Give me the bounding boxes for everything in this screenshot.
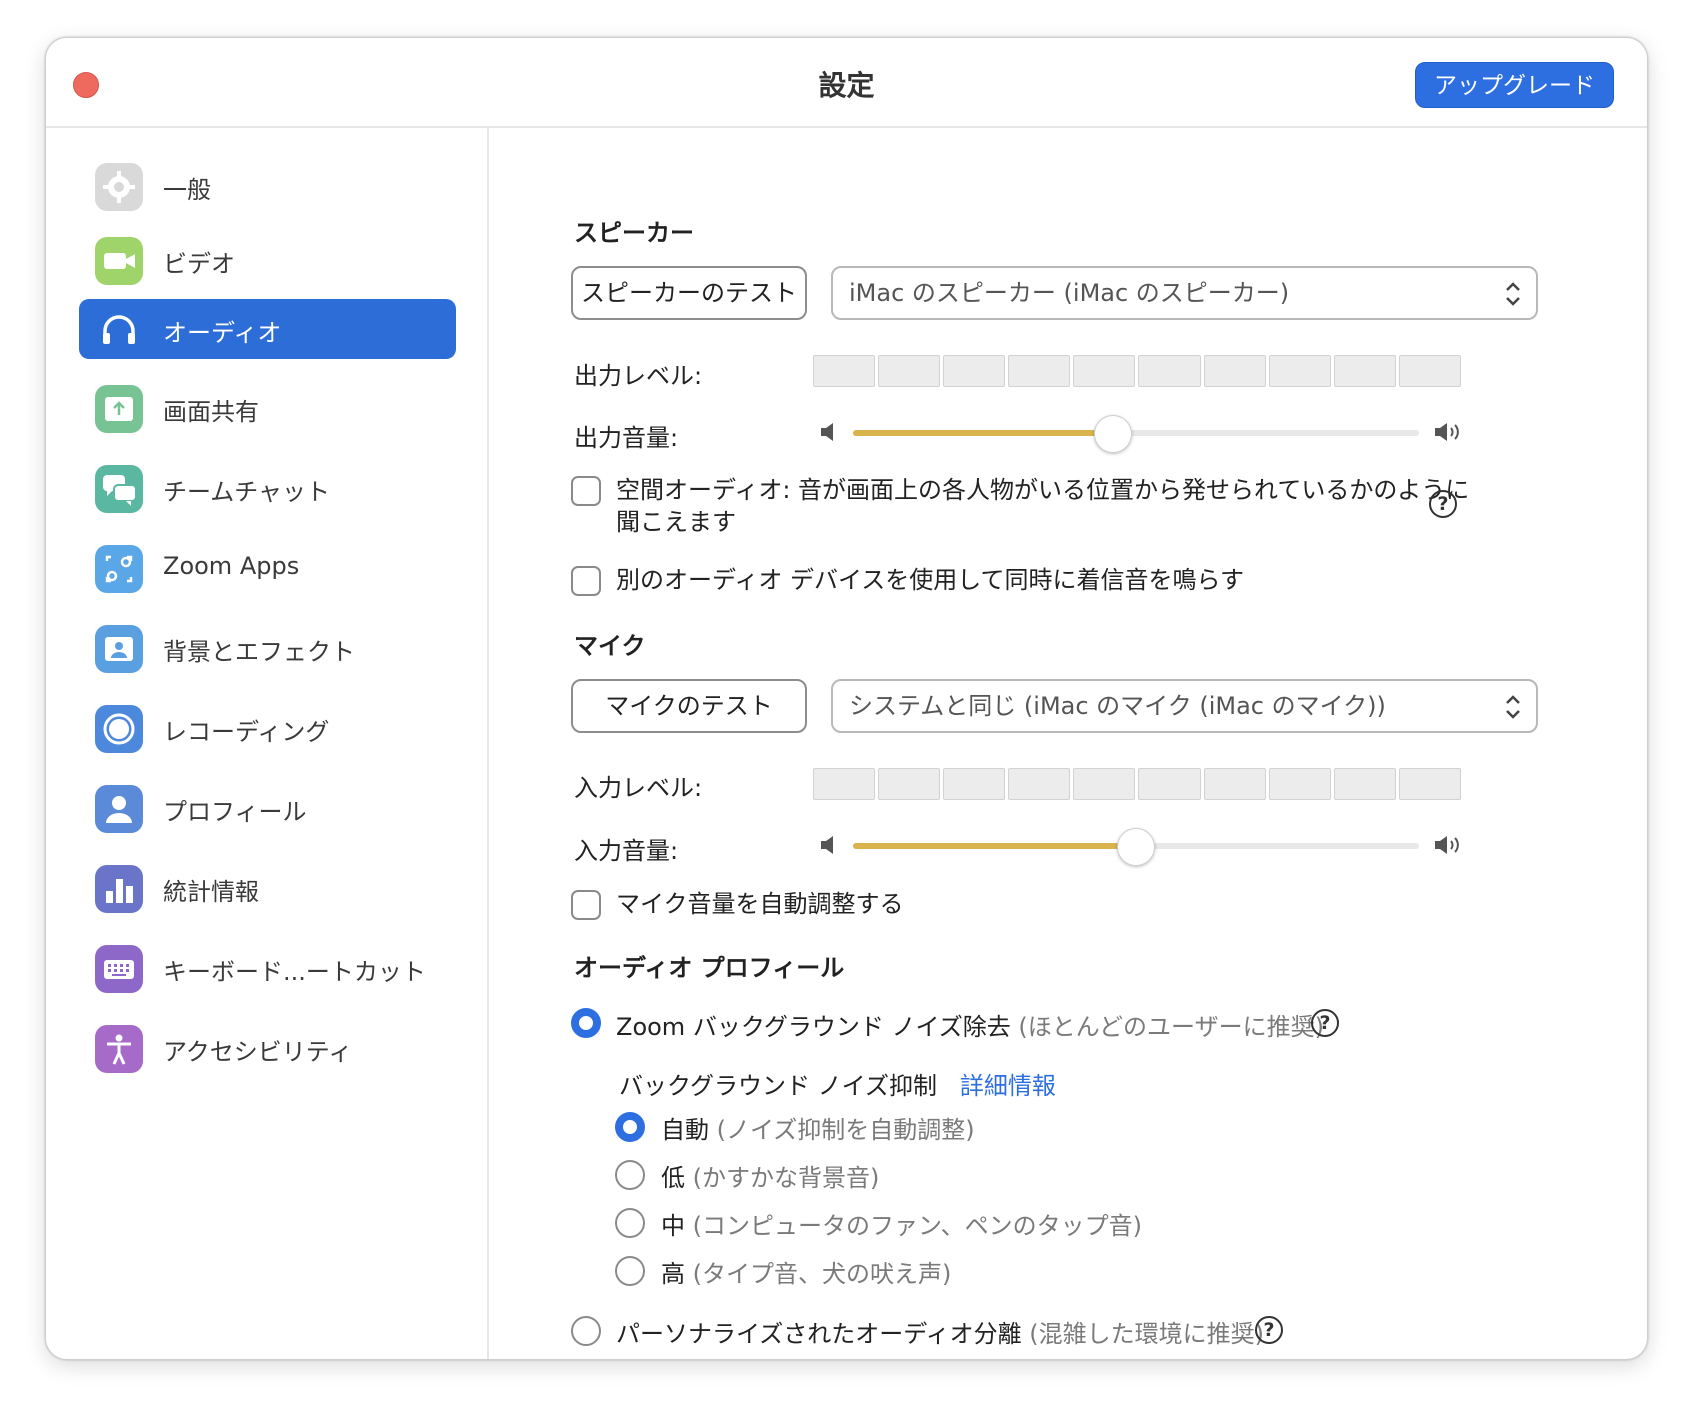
volume-track bbox=[853, 828, 1419, 866]
output-level-meter bbox=[813, 355, 1461, 387]
separate-ringtone-label: 別のオーディオ デバイスを使用して同時に着信音を鳴らす bbox=[616, 566, 1245, 594]
sidebar-item-accessibility[interactable]: アクセシビリティ bbox=[79, 1018, 456, 1078]
sidebar-item-label: オーディオ bbox=[163, 319, 282, 347]
sidebar-item-audio[interactable]: オーディオ bbox=[79, 299, 456, 359]
sidebar-item-video[interactable]: ビデオ bbox=[79, 230, 456, 290]
sidebar-item-screen-share[interactable]: 画面共有 bbox=[79, 378, 456, 438]
speaker-low-icon bbox=[821, 423, 833, 441]
audio-profile-section-title: オーディオ プロフィール bbox=[574, 954, 845, 982]
personalized-isolation-radio[interactable] bbox=[571, 1316, 601, 1346]
input-volume-slider[interactable] bbox=[813, 825, 1463, 866]
zoom-noise-removal-label: Zoom バックグラウンド ノイズ除去 (ほとんどのユーザーに推奨) bbox=[616, 1013, 1324, 1041]
auto-adjust-mic-label: マイク音量を自動調整する bbox=[616, 890, 904, 918]
gear-icon bbox=[95, 163, 143, 211]
noise-suppression-label: バックグラウンド ノイズ抑制 bbox=[619, 1072, 937, 1100]
noise-suppression-row: バックグラウンド ノイズ抑制 詳細情報 bbox=[619, 1066, 1056, 1101]
video-camera-icon bbox=[95, 237, 143, 285]
speaker-high-icon bbox=[1435, 836, 1459, 854]
sidebar-item-label: 背景とエフェクト bbox=[163, 638, 355, 666]
apps-icon bbox=[95, 545, 143, 593]
sidebar-item-background[interactable]: 背景とエフェクト bbox=[79, 618, 456, 678]
auto-adjust-mic-checkbox[interactable] bbox=[571, 890, 601, 920]
spatial-audio-checkbox[interactable] bbox=[571, 476, 601, 506]
sidebar-item-label: レコーディング bbox=[163, 718, 330, 746]
output-volume-label: 出力音量: bbox=[574, 424, 679, 452]
speaker-select-value: iMac のスピーカー (iMac のスピーカー) bbox=[849, 279, 1290, 307]
output-volume-slider[interactable] bbox=[813, 412, 1463, 453]
input-volume-label: 入力音量: bbox=[574, 837, 679, 865]
sidebar-item-label: アクセシビリティ bbox=[163, 1038, 353, 1066]
sidebar-item-recording[interactable]: レコーディング bbox=[79, 698, 456, 758]
sidebar-item-label: 一般 bbox=[163, 176, 211, 204]
chevron-up-down-icon bbox=[1506, 695, 1520, 719]
output-level-label: 出力レベル: bbox=[574, 362, 703, 390]
speaker-select[interactable]: iMac のスピーカー (iMac のスピーカー) bbox=[831, 266, 1538, 320]
chevron-up-down-icon bbox=[1506, 282, 1520, 306]
sidebar-item-label: 画面共有 bbox=[163, 398, 259, 426]
sidebar-item-statistics[interactable]: 統計情報 bbox=[79, 858, 456, 918]
mic-section-title: マイク bbox=[574, 632, 646, 660]
spatial-audio-label: 空間オーディオ: 音が画面上の各人物がいる位置から発せられているかのように 聞こ… bbox=[616, 476, 1470, 536]
input-level-meter bbox=[813, 768, 1461, 800]
bar-chart-icon bbox=[95, 865, 143, 913]
keyboard-icon bbox=[95, 945, 143, 993]
title-bar: 設定 アップグレード bbox=[46, 38, 1647, 128]
personalized-isolation-help-icon[interactable]: ? bbox=[1255, 1316, 1283, 1344]
suppression-high-radio[interactable] bbox=[615, 1256, 645, 1286]
test-mic-button[interactable]: マイクのテスト bbox=[571, 679, 807, 733]
settings-window: 設定 アップグレード 一般 ビデオ オーディオ 画面共有 チームチャット Zoo… bbox=[45, 37, 1648, 1360]
suppression-auto-label: 自動 (ノイズ抑制を自動調整) bbox=[661, 1116, 975, 1144]
sidebar-item-label: ビデオ bbox=[163, 250, 235, 278]
speaker-low-icon bbox=[821, 836, 833, 854]
chat-bubbles-icon bbox=[95, 465, 143, 513]
zoom-noise-removal-radio[interactable] bbox=[571, 1008, 601, 1038]
learn-more-link[interactable]: 詳細情報 bbox=[960, 1072, 1056, 1100]
sidebar-item-label: 統計情報 bbox=[163, 878, 259, 906]
profile-icon bbox=[95, 785, 143, 833]
volume-fill bbox=[853, 843, 1136, 849]
suppression-auto-radio[interactable] bbox=[615, 1112, 645, 1142]
sidebar-item-label: キーボード...ートカット bbox=[163, 958, 426, 986]
screen-share-icon bbox=[95, 385, 143, 433]
volume-knob[interactable] bbox=[1117, 828, 1155, 866]
spatial-audio-help-icon[interactable]: ? bbox=[1429, 490, 1457, 518]
test-speaker-button[interactable]: スピーカーのテスト bbox=[571, 266, 807, 320]
volume-track bbox=[853, 415, 1419, 453]
headphones-icon bbox=[95, 306, 143, 354]
sidebar-item-profile[interactable]: プロフィール bbox=[79, 778, 456, 838]
record-icon bbox=[95, 705, 143, 753]
sidebar-item-zoom-apps[interactable]: Zoom Apps bbox=[79, 538, 456, 598]
speaker-section-title: スピーカー bbox=[574, 219, 694, 247]
separate-ringtone-checkbox[interactable] bbox=[571, 566, 601, 596]
suppression-high-label: 高 (タイプ音、犬の吠え声) bbox=[661, 1260, 952, 1288]
suppression-low-label: 低 (かすかな背景音) bbox=[661, 1164, 880, 1192]
sidebar-item-label: チームチャット bbox=[163, 478, 331, 506]
accessibility-icon bbox=[95, 1025, 143, 1073]
background-person-icon bbox=[95, 625, 143, 673]
noise-removal-help-icon[interactable]: ? bbox=[1311, 1009, 1339, 1037]
sidebar-item-label: プロフィール bbox=[163, 798, 307, 826]
sidebar-item-keyboard-shortcuts[interactable]: キーボード...ートカット bbox=[79, 938, 456, 998]
sidebar-item-general[interactable]: 一般 bbox=[79, 156, 456, 216]
suppression-medium-label: 中 (コンピュータのファン、ペンのタップ音) bbox=[661, 1212, 1142, 1240]
mic-select[interactable]: システムと同じ (iMac のマイク (iMac のマイク)) bbox=[831, 679, 1538, 733]
volume-knob[interactable] bbox=[1094, 415, 1133, 453]
volume-fill bbox=[853, 430, 1114, 436]
suppression-medium-radio[interactable] bbox=[615, 1208, 645, 1238]
speaker-high-icon bbox=[1435, 423, 1459, 441]
sidebar-item-label: Zoom Apps bbox=[163, 552, 300, 580]
suppression-low-radio[interactable] bbox=[615, 1160, 645, 1190]
sidebar: 一般 ビデオ オーディオ 画面共有 チームチャット Zoom Apps 背景とエ… bbox=[46, 128, 489, 1359]
window-title: 設定 bbox=[818, 69, 875, 102]
mic-select-value: システムと同じ (iMac のマイク (iMac のマイク)) bbox=[849, 692, 1386, 720]
personalized-isolation-label: パーソナライズされたオーディオ分離 (混雑した環境に推奨) bbox=[616, 1320, 1264, 1348]
upgrade-button[interactable]: アップグレード bbox=[1415, 62, 1614, 108]
input-level-label: 入力レベル: bbox=[574, 774, 703, 802]
sidebar-item-team-chat[interactable]: チームチャット bbox=[79, 458, 456, 518]
audio-settings-panel: スピーカー スピーカーのテスト iMac のスピーカー (iMac のスピーカー… bbox=[491, 128, 1647, 1359]
